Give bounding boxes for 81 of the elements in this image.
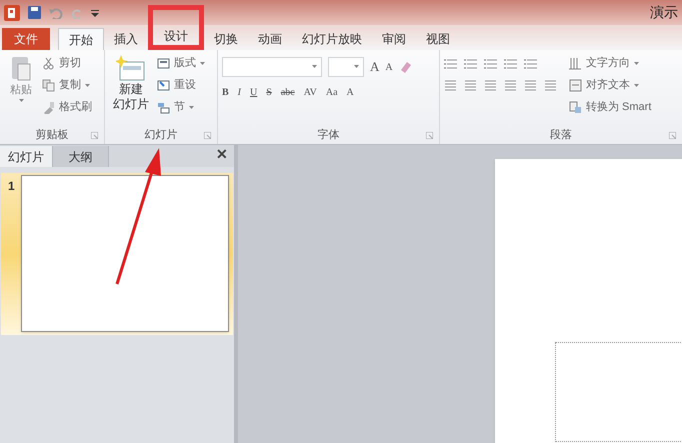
format-button[interactable]: abc bbox=[280, 85, 295, 100]
copy-icon[interactable] bbox=[42, 79, 55, 92]
ribbon-tab[interactable]: 开始 bbox=[58, 28, 104, 50]
ribbon-button[interactable]: 文字方向 bbox=[569, 54, 652, 73]
ribbon-button[interactable]: 复制 bbox=[42, 76, 92, 95]
caret-icon[interactable] bbox=[18, 98, 24, 102]
button-label: 新建 bbox=[119, 82, 143, 97]
brush-icon[interactable] bbox=[42, 101, 55, 114]
align-right-icon[interactable] bbox=[484, 79, 497, 91]
numbering-icon[interactable] bbox=[464, 58, 477, 70]
button-label: 幻灯片 bbox=[113, 97, 149, 112]
columns-icon[interactable] bbox=[544, 79, 557, 91]
format-button[interactable]: AV bbox=[304, 85, 317, 100]
customize-icon[interactable] bbox=[91, 8, 99, 16]
format-button[interactable]: S bbox=[266, 85, 272, 100]
align-left-icon[interactable] bbox=[444, 79, 457, 91]
format-button[interactable]: A bbox=[346, 85, 354, 100]
save-icon[interactable] bbox=[28, 6, 41, 19]
shrink-font-button[interactable]: A bbox=[385, 60, 393, 74]
caret-icon[interactable] bbox=[354, 65, 359, 69]
ribbon-button[interactable]: 转换为 Smart bbox=[569, 98, 652, 117]
distribute-icon[interactable] bbox=[524, 79, 537, 91]
format-button[interactable]: B bbox=[222, 85, 229, 100]
caret-icon[interactable] bbox=[200, 62, 205, 66]
pane-tab[interactable]: 大纲 bbox=[53, 146, 109, 167]
ribbon-tab[interactable]: 设计 bbox=[154, 28, 198, 45]
ribbon-tab[interactable]: 幻灯片放映 bbox=[292, 28, 372, 50]
ribbon-tab[interactable]: 审阅 bbox=[372, 28, 416, 50]
ribbon-button[interactable]: 对齐文本 bbox=[569, 76, 652, 95]
line-spacing-icon[interactable] bbox=[524, 58, 537, 70]
group-label: 段落 bbox=[550, 128, 572, 143]
bullets-icon[interactable] bbox=[444, 58, 457, 70]
layout-icon[interactable] bbox=[157, 57, 170, 70]
caret-icon[interactable] bbox=[189, 106, 194, 110]
ribbon-button[interactable]: 重设 bbox=[157, 76, 205, 95]
clipboard-icon[interactable] bbox=[10, 54, 32, 82]
increase-indent-icon[interactable] bbox=[504, 58, 517, 70]
group-label: 字体 bbox=[318, 128, 340, 143]
new-slide-icon[interactable] bbox=[116, 54, 146, 82]
font-size-field[interactable] bbox=[328, 57, 364, 77]
group-label: 幻灯片 bbox=[144, 128, 178, 143]
group-label: 剪贴板 bbox=[36, 128, 68, 143]
file-tab[interactable]: 文件 bbox=[2, 28, 50, 50]
grow-font-button[interactable]: A bbox=[370, 57, 380, 77]
reset-icon[interactable] bbox=[157, 79, 170, 92]
ribbon-button[interactable]: 剪切 bbox=[42, 54, 92, 73]
dialog-launcher-icon[interactable] bbox=[91, 132, 98, 138]
close-button[interactable]: ✕ bbox=[216, 144, 228, 165]
dialog-launcher-icon[interactable] bbox=[204, 132, 211, 138]
format-button[interactable]: U bbox=[250, 85, 258, 100]
slide-thumbnail-row[interactable]: 1 bbox=[1, 173, 233, 335]
format-button[interactable]: I bbox=[238, 85, 242, 100]
align-center-icon[interactable] bbox=[464, 79, 477, 91]
caret-icon[interactable] bbox=[634, 84, 639, 88]
decrease-indent-icon[interactable] bbox=[484, 58, 497, 70]
caret-icon[interactable] bbox=[634, 62, 639, 66]
justify-icon[interactable] bbox=[504, 79, 517, 91]
ribbon-tab[interactable]: 插入 bbox=[104, 28, 148, 50]
dialog-launcher-icon[interactable] bbox=[426, 132, 433, 138]
smartart-icon[interactable] bbox=[569, 101, 582, 114]
align-text-icon[interactable] bbox=[569, 79, 582, 92]
scissors-icon[interactable] bbox=[42, 57, 55, 70]
pane-tab[interactable]: 幻灯片 bbox=[0, 146, 53, 167]
ribbon-tab[interactable]: 切换 bbox=[204, 28, 248, 50]
ribbon-button[interactable]: 节 bbox=[157, 98, 205, 117]
ribbon-button[interactable]: 格式刷 bbox=[42, 98, 92, 117]
new-slide-button[interactable]: 新建 幻灯片 bbox=[109, 54, 153, 112]
text-direction-icon[interactable] bbox=[569, 57, 582, 70]
caret-icon[interactable] bbox=[312, 65, 317, 69]
slide-number: 1 bbox=[7, 178, 16, 195]
ribbon-button[interactable]: 版式 bbox=[157, 54, 205, 73]
clear-format-icon[interactable] bbox=[398, 60, 413, 74]
ribbon-tab[interactable]: 动画 bbox=[248, 28, 292, 50]
font-name-field[interactable] bbox=[222, 57, 322, 77]
section-icon[interactable] bbox=[157, 101, 170, 114]
ribbon-tab[interactable]: 视图 bbox=[416, 28, 460, 50]
app-logo-icon[interactable] bbox=[4, 4, 20, 20]
dialog-launcher-icon[interactable] bbox=[669, 132, 676, 138]
window-title: 演示 bbox=[650, 3, 678, 22]
format-button[interactable]: Aa bbox=[326, 85, 338, 100]
caret-icon[interactable] bbox=[85, 84, 90, 88]
